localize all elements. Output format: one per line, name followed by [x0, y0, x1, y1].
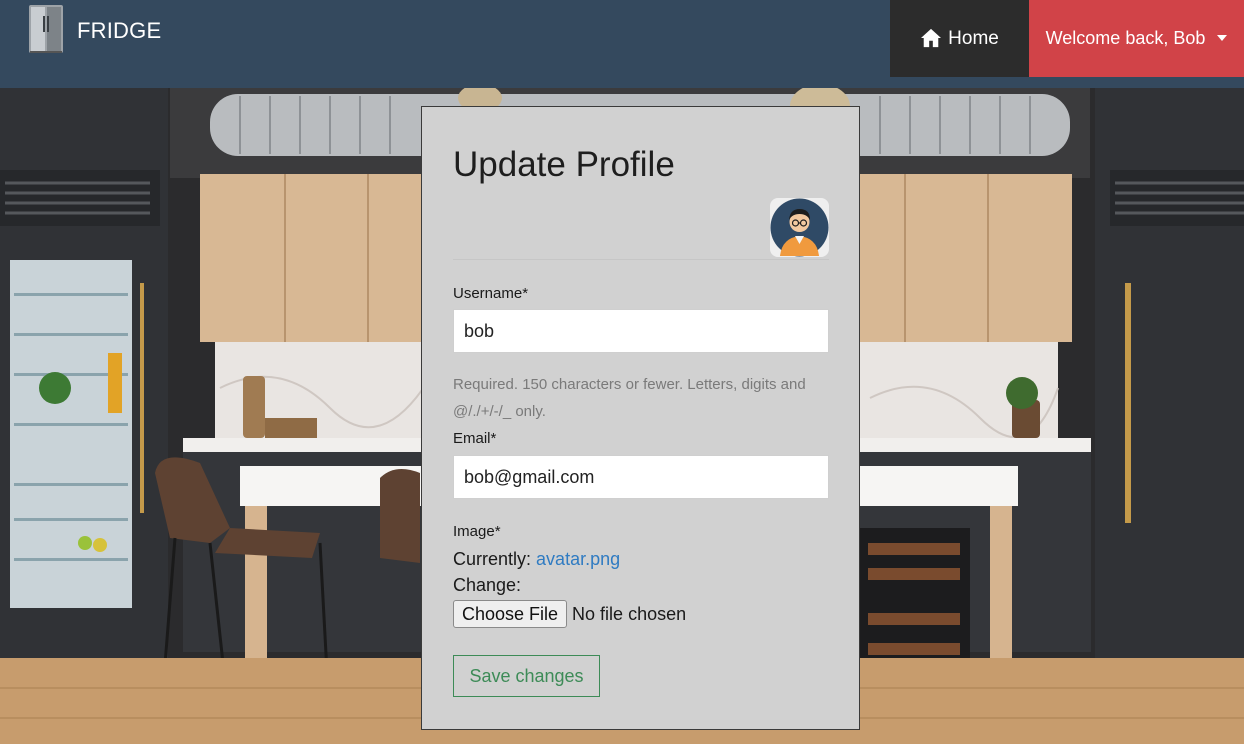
file-input: Choose File No file chosen [453, 600, 686, 628]
fridge-icon [29, 5, 63, 53]
user-menu-label: Welcome back, Bob [1045, 28, 1206, 48]
change-label: Change: [453, 575, 522, 595]
username-label: Username* [453, 285, 529, 302]
title-divider [453, 259, 829, 260]
brand-name: FRIDGE [77, 18, 162, 43]
email-input[interactable] [453, 455, 829, 499]
choose-file-button[interactable]: Choose File [453, 600, 568, 628]
no-file-chosen-text: No file chosen [572, 603, 687, 624]
username-help-text: Required. 150 characters or fewer. Lette… [453, 376, 806, 420]
save-changes-button[interactable]: Save changes [453, 655, 600, 697]
current-image-line: Currently: avatar.png [453, 549, 620, 570]
username-input[interactable] [453, 309, 829, 353]
user-menu-dropdown[interactable]: Welcome back, Bob [1029, 0, 1244, 77]
caret-down-icon [1217, 34, 1228, 41]
user-avatar [770, 198, 829, 257]
update-profile-card: Update Profile Username* Required. 150 c… [421, 106, 860, 730]
page-title: Update Profile [453, 145, 675, 184]
navbar: FRIDGE Home Welcome back, Bob [0, 0, 1244, 88]
email-label: Email* [453, 430, 497, 447]
image-label: Image* [453, 523, 501, 540]
nav-home-label: Home [948, 27, 999, 49]
home-icon [921, 28, 942, 47]
current-image-link[interactable]: avatar.png [536, 549, 620, 569]
currently-label: Currently: [453, 549, 532, 569]
nav-home-link[interactable]: Home [890, 0, 1029, 77]
brand-link[interactable]: FRIDGE [28, 4, 161, 54]
